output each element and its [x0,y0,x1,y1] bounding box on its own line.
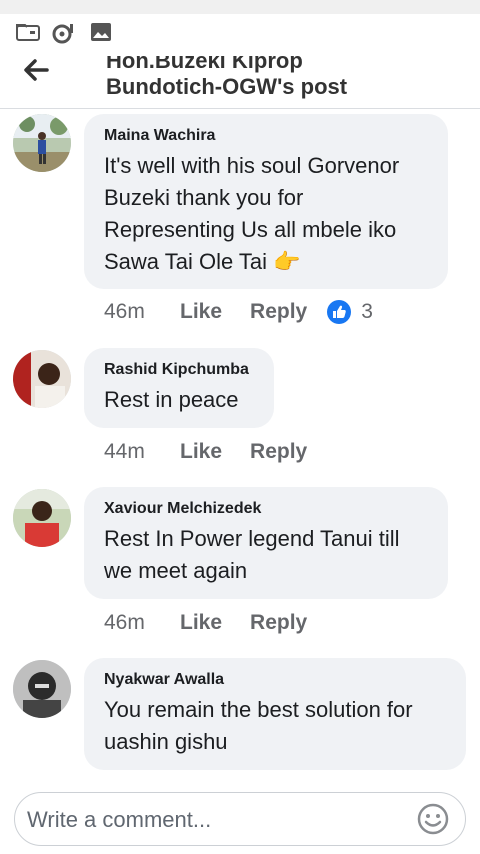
back-arrow-icon [24,59,49,81]
comment-text: Rest in peace [104,387,239,412]
comment-time: 46m [104,300,145,323]
comment-actions: 46m Like Reply [104,611,335,635]
avatar[interactable] [13,350,71,408]
back-button[interactable] [20,56,52,84]
page-title-line1: Hon.Buzeki Kiprop [106,56,303,73]
reaction-count: 3 [361,300,373,323]
comment-composer: Write a comment... [0,784,480,854]
status-bar [0,0,480,56]
image-notification-icon [90,22,112,47]
comment-actions: 46m Like Reply 3 [104,300,373,324]
comment-input[interactable]: Write a comment... [14,792,466,846]
comment-text: It's well with his soul Gorvenor Buzeki … [104,153,400,274]
comment-author[interactable]: Xaviour Melchizedek [104,499,428,519]
comment-actions: 44m Like Reply [104,440,335,464]
comment-author[interactable]: Rashid Kipchumba [104,360,254,380]
comment-bubble: Maina Wachira It's well with his soul Go… [84,114,448,289]
like-button[interactable]: Like [180,300,222,324]
emoji-icon[interactable] [417,803,449,840]
reply-button[interactable]: Reply [250,440,307,464]
reaction-summary[interactable]: 3 [327,300,373,324]
page-title-line2: Bundotich-OGW's post [106,74,348,99]
comment-time: 44m [104,440,145,463]
music-notification-icon [52,22,76,49]
like-button[interactable]: Like [180,440,222,464]
reply-button[interactable]: Reply [250,300,307,324]
post-header: Hon.Buzeki Kiprop Bundotich-OGW's post [0,56,480,109]
avatar[interactable] [13,489,71,547]
folder-notification-icon [16,22,40,47]
like-button[interactable]: Like [180,611,222,635]
avatar[interactable] [13,114,71,172]
comment-bubble: Rashid Kipchumba Rest in peace [84,348,274,428]
avatar[interactable] [13,660,71,718]
comment-input-placeholder: Write a comment... [27,807,212,832]
reply-button[interactable]: Reply [250,611,307,635]
comment-text: Rest In Power legend Tanui till we meet … [104,526,400,583]
comment-author[interactable]: Nyakwar Awalla [104,670,446,690]
comment-text: You remain the best solution for uashin … [104,697,413,754]
comment-bubble: Nyakwar Awalla You remain the best solut… [84,658,466,770]
comment-bubble: Xaviour Melchizedek Rest In Power legend… [84,487,448,599]
comment-author[interactable]: Maina Wachira [104,126,428,146]
comment-time: 46m [104,611,145,634]
like-reaction-icon [327,300,352,324]
